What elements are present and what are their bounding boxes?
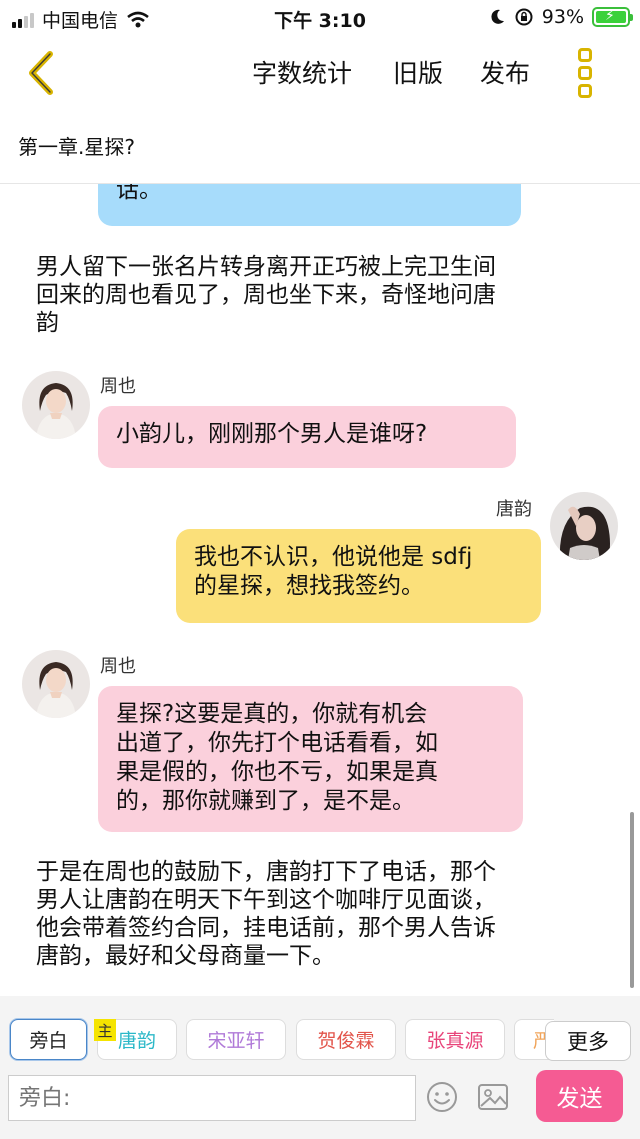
message-text: 星探?这要是真的，你就有机会: [116, 701, 428, 727]
speaker-name: 周也: [100, 656, 136, 677]
narration-line: 韵: [36, 310, 59, 336]
message-text: 果是假的，你也不亏，如果是真: [116, 759, 438, 785]
narration-line: 唐韵，最好和父母商量一下。: [36, 943, 335, 969]
message-bubble-left[interactable]: 小韵儿，刚刚那个男人是谁呀?: [98, 406, 516, 468]
battery-charging-icon: ⚡: [592, 7, 633, 27]
narration-line: 于是在周也的鼓励下，唐韵打下了电话，那个: [36, 859, 496, 885]
message-text: 话。: [116, 184, 162, 203]
message-text: 出道了，你先打个电话看看，如: [116, 730, 438, 756]
avatar-zhouye[interactable]: [22, 371, 90, 439]
publish-button[interactable]: 发布: [480, 54, 530, 90]
status-right: 93% ⚡: [488, 6, 633, 28]
narration-line: 男人留下一张名片转身离开正巧被上完卫生间: [36, 254, 496, 280]
send-button[interactable]: 发送: [536, 1070, 623, 1122]
chat-scrollbar[interactable]: [630, 812, 634, 988]
role-button-narrator[interactable]: 旁白: [10, 1019, 87, 1060]
moon-icon: [491, 9, 504, 24]
chapter-title[interactable]: 第一章.星探?: [18, 131, 135, 160]
image-icon[interactable]: [476, 1080, 510, 1114]
owner-badge: 主: [94, 1019, 116, 1041]
narration-line: 回来的周也看见了，周也坐下来，奇怪地问唐: [36, 282, 496, 308]
role-label: 贺俊霖: [317, 1030, 375, 1052]
chat-scroll-area[interactable]: 话。 男人留下一张名片转身离开正巧被上完卫生间 回来的周也看见了，周也坐下来，奇…: [0, 184, 640, 996]
speaker-name: 周也: [100, 376, 136, 397]
battery-percent: 93%: [541, 6, 584, 28]
more-roles-button[interactable]: 更多: [545, 1021, 631, 1061]
role-button-hejunlin[interactable]: 贺俊霖: [296, 1019, 396, 1060]
narration-line: 他会带着签约合同，挂电话前，那个男人告诉: [36, 915, 496, 941]
back-arrow-icon[interactable]: [22, 50, 62, 96]
message-bubble-right[interactable]: 我也不认识，他说他是 sdfj 的星探，想找我签约。: [176, 529, 541, 623]
role-label: 旁白: [29, 1030, 68, 1052]
rotation-lock-icon: [515, 8, 533, 26]
speaker-name: 唐韵: [496, 499, 532, 520]
status-bar: 中国电信 下午 3:10 93% ⚡: [0, 0, 640, 36]
message-bubble-partial[interactable]: 话。: [98, 184, 521, 226]
message-text: 的星探，想找我签约。: [194, 573, 424, 599]
avatar-tangyun[interactable]: [550, 492, 618, 560]
message-text: 我也不认识，他说他是 sdfj: [194, 544, 473, 570]
avatar-zhouye[interactable]: [22, 650, 90, 718]
narration-line: 男人让唐韵在明天下午到这个咖啡厅见面谈，: [36, 887, 496, 913]
message-text: 的，那你就赚到了，是不是。: [116, 788, 415, 814]
narration-block[interactable]: 于是在周也的鼓励下，唐韵打下了电话，那个 男人让唐韵在明天下午到这个咖啡厅见面谈…: [36, 858, 596, 970]
emoji-icon[interactable]: [425, 1080, 459, 1114]
role-button-songyaxuan[interactable]: 宋亚轩: [186, 1019, 286, 1060]
role-button-zhangzhenyuan[interactable]: 张真源: [405, 1019, 505, 1060]
narration-block[interactable]: 男人留下一张名片转身离开正巧被上完卫生间 回来的周也看见了，周也坐下来，奇怪地问…: [36, 253, 596, 337]
old-version-button[interactable]: 旧版: [393, 54, 443, 90]
message-bubble-left[interactable]: 星探?这要是真的，你就有机会 出道了，你先打个电话看看，如 果是假的，你也不亏，…: [98, 686, 523, 832]
message-text: 小韵儿，刚刚那个男人是谁呀?: [116, 421, 428, 447]
more-menu-icon[interactable]: [578, 48, 600, 98]
message-input[interactable]: [8, 1075, 416, 1121]
role-label: 张真源: [426, 1030, 484, 1052]
word-count-button[interactable]: 字数统计: [252, 54, 352, 90]
editor-toolbar: 字数统计 旧版 发布: [0, 36, 640, 112]
role-label: 唐韵: [117, 1030, 156, 1052]
role-label: 宋亚轩: [207, 1030, 265, 1052]
